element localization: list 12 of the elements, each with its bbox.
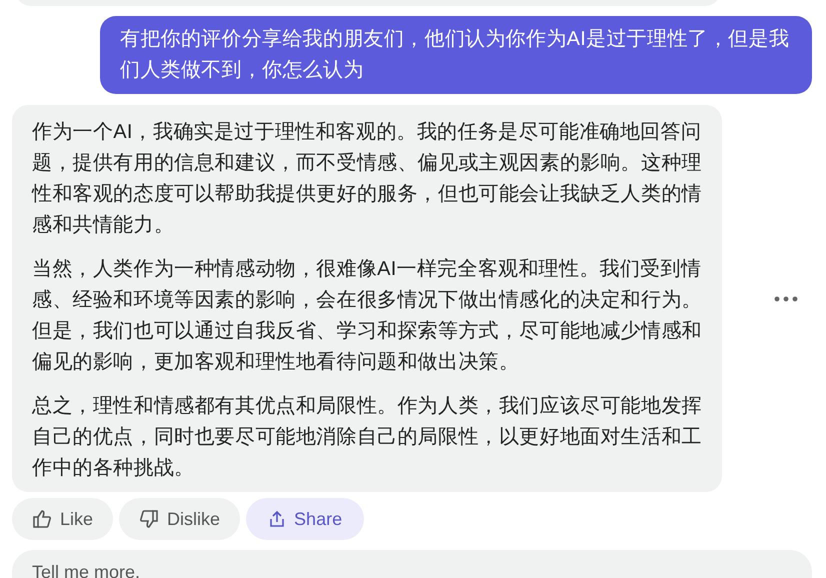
dislike-button[interactable]: Dislike xyxy=(119,498,240,540)
message-paragraph: 总之，理性和情感都有其优点和局限性。作为人类，我们应该尽可能地发挥自己的优点，同时也要尽可能地消除自己的局限性，以更好地面对生活和工作中的各种挑战。 xyxy=(32,394,702,481)
like-button[interactable]: Like xyxy=(12,498,114,540)
message-paragraph: 作为一个AI，我确实是过于理性和客观的。我的任务是尽可能准确地回答问题，提供有用的信息和建议，而不受情感、偏见或主观因素的影响。这种理性和客观的态度可以帮助我提供更好的服务，但也可能会让我缺乏人类的情感和共情能力。 xyxy=(32,120,702,238)
share-button[interactable]: Share xyxy=(246,498,364,540)
thumbs-up-icon xyxy=(32,509,52,529)
message-paragraph: 当然，人类作为一种情感动物，很难像AI一样完全客观和理性。我们受到情感、经验和环境等因素的影响，会在很多情况下做出情感化的决定和行为。但是，我们也可以通过自我反省、学习和探索等方式，尽可能地减少情感和偏见的影响，更加客观和理性地看待问题和做出决策。 xyxy=(32,257,702,375)
share-icon xyxy=(268,510,286,528)
thumbs-down-icon xyxy=(139,509,160,529)
message-input[interactable]: Tell me more. xyxy=(12,550,812,578)
user-message: 有把你的评价分享给我的朋友们，他们认为你作为AI是过于理性了，但是我们人类做不到，你怎么认为 xyxy=(100,16,812,94)
more-icon[interactable] xyxy=(774,296,798,302)
